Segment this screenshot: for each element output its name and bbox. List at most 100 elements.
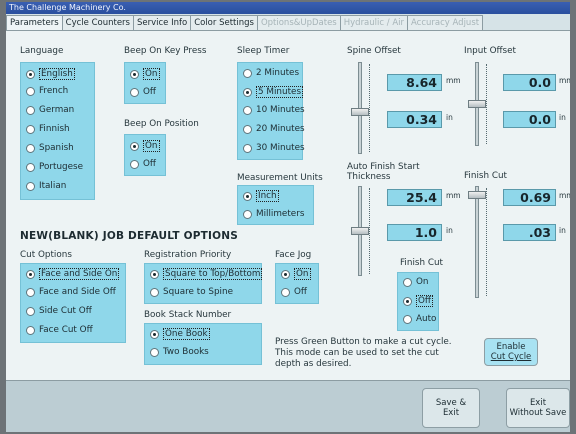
beep-position-on[interactable]: On [130, 140, 160, 152]
save-exit-button[interactable]: Save & Exit [422, 388, 480, 428]
tab-color-settings[interactable]: Color Settings [190, 15, 258, 30]
input-offset-in-value[interactable]: 0.0 [503, 111, 556, 128]
language-option-portugese[interactable]: Portugese [26, 162, 83, 172]
language-option-english[interactable]: English [26, 68, 75, 80]
finish-cut-on[interactable]: On [403, 277, 429, 287]
cut-options-group: Face and Side On Face and Side Off Side … [20, 263, 126, 343]
radio-icon [26, 124, 35, 134]
finish-cut-mode-label: Finish Cut [400, 258, 444, 268]
radio-icon [150, 287, 159, 297]
sleep-timer-10-minutes[interactable]: 10 Minutes [243, 105, 305, 115]
finish-cut-auto[interactable]: Auto [403, 314, 436, 324]
cut-options-label: Cut Options [20, 250, 72, 260]
tab-parameters[interactable]: Parameters [6, 15, 63, 30]
sleep-timer-5-minutes[interactable]: 5 Minutes [243, 86, 304, 98]
beep-keypress-group: On Off [124, 62, 166, 104]
registration-priority-group: Square to Top/Bottom Square to Spine [144, 263, 263, 304]
finish-cut-mode-group: On Off Auto [397, 272, 439, 331]
radio-icon [26, 86, 35, 96]
radio-icon [26, 269, 35, 279]
auto-finish-mm-value[interactable]: 25.4 [387, 189, 442, 206]
save-exit-line-1: Save & [435, 398, 467, 408]
cut-option-side-cut-off[interactable]: Side Cut Off [26, 306, 92, 316]
exit-without-save-button[interactable]: Exit Without Save [506, 388, 570, 428]
spine-offset-label: Spine Offset [347, 46, 401, 56]
sleep-timer-20-minutes[interactable]: 20 Minutes [243, 124, 305, 134]
tab-hydraulic-air[interactable]: Hydraulic / Air [339, 15, 408, 30]
finish-cut-ticks [486, 188, 491, 296]
cut-option-face-cut-off[interactable]: Face Cut Off [26, 325, 93, 335]
tab-accuracy-adjust[interactable]: Accuracy Adjust [407, 15, 484, 30]
language-option-italian[interactable]: Italian [26, 181, 66, 191]
spine-offset-slider-thumb[interactable] [351, 108, 369, 117]
spine-offset-mm-unit: mm [446, 76, 461, 85]
language-option-spanish[interactable]: Spanish [26, 143, 74, 153]
sleep-timer-2-minutes[interactable]: 2 Minutes [243, 68, 299, 78]
beep-position-label: Beep On Position [124, 119, 199, 129]
auto-finish-in-value[interactable]: 1.0 [387, 224, 442, 241]
help-text-line-1: Press Green Button to make a cut cycle. [275, 337, 452, 347]
beep-keypress-on[interactable]: On [130, 68, 160, 80]
save-exit-line-2: Exit [442, 408, 460, 418]
book-stack-one[interactable]: One Book [150, 328, 210, 340]
spine-offset-mm-value[interactable]: 8.64 [387, 74, 442, 91]
radio-icon [243, 143, 252, 153]
language-label: Language [20, 46, 64, 56]
face-jog-label: Face Jog [275, 250, 312, 260]
auto-finish-slider-thumb[interactable] [351, 227, 369, 235]
job-defaults-heading: NEW(BLANK) JOB DEFAULT OPTIONS [20, 230, 238, 242]
screen: The Challenge Machinery Co. Parameters C… [6, 2, 570, 432]
input-offset-label: Input Offset [464, 46, 517, 56]
finish-cut-slider-thumb[interactable] [468, 191, 486, 200]
language-option-finnish[interactable]: Finnish [26, 124, 70, 134]
book-stack-group: One Book Two Books [144, 323, 262, 365]
radio-icon [130, 69, 139, 79]
radio-icon [26, 306, 35, 316]
sleep-timer-label: Sleep Timer [237, 46, 290, 56]
exit-without-save-line-1: Exit [529, 398, 547, 408]
finish-cut-in-value[interactable]: .03 [503, 224, 556, 241]
language-option-german[interactable]: German [26, 105, 74, 115]
radio-icon [26, 69, 35, 79]
spine-offset-in-value[interactable]: 0.34 [387, 111, 442, 128]
beep-keypress-off[interactable]: Off [130, 87, 156, 97]
radio-icon [403, 277, 412, 287]
radio-icon [26, 162, 35, 172]
tab-cycle-counters[interactable]: Cycle Counters [61, 15, 134, 30]
input-offset-mm-unit: mm [559, 76, 570, 85]
auto-finish-label: Auto Finish Start Thickness [347, 162, 420, 182]
finish-cut-mm-value[interactable]: 0.69 [503, 189, 556, 206]
tab-options-updates[interactable]: Options&UpDates [256, 15, 341, 30]
radio-icon [243, 124, 252, 134]
input-offset-in-unit: in [559, 113, 566, 122]
beep-position-group: On Off [124, 134, 166, 176]
finish-cut-slider-track[interactable] [475, 186, 479, 298]
radio-icon [130, 159, 139, 169]
beep-position-off[interactable]: Off [130, 159, 156, 169]
sleep-timer-30-minutes[interactable]: 30 Minutes [243, 143, 305, 153]
registration-priority-label: Registration Priority [144, 250, 232, 260]
input-offset-mm-value[interactable]: 0.0 [503, 74, 556, 91]
face-jog-off[interactable]: Off [281, 287, 307, 297]
enable-cut-cycle-button[interactable]: Enable Cut Cycle [484, 338, 538, 366]
enable-cut-cycle-line-1: Enable [496, 342, 526, 352]
finish-cut-off[interactable]: Off [403, 295, 433, 307]
language-option-french[interactable]: French [26, 86, 68, 96]
spine-offset-ticks [369, 64, 374, 152]
registration-square-spine[interactable]: Square to Spine [150, 287, 233, 297]
cut-option-face-side-off[interactable]: Face and Side Off [26, 287, 116, 297]
registration-square-top-bottom[interactable]: Square to Top/Bottom [150, 268, 263, 280]
input-offset-ticks [486, 64, 491, 144]
cut-option-face-side-on[interactable]: Face and Side On [26, 268, 120, 280]
face-jog-on[interactable]: On [281, 268, 311, 280]
input-offset-slider-thumb[interactable] [468, 100, 486, 108]
auto-finish-ticks [369, 188, 374, 274]
radio-icon [130, 87, 139, 97]
radio-icon [281, 287, 290, 297]
units-millimeters[interactable]: Millimeters [243, 209, 304, 219]
radio-icon [243, 87, 252, 97]
units-inch[interactable]: Inch [243, 190, 279, 202]
tab-service-info[interactable]: Service Info [132, 15, 192, 30]
footer-bar: Save & Exit Exit Without Save [6, 380, 570, 432]
book-stack-two[interactable]: Two Books [150, 347, 209, 357]
